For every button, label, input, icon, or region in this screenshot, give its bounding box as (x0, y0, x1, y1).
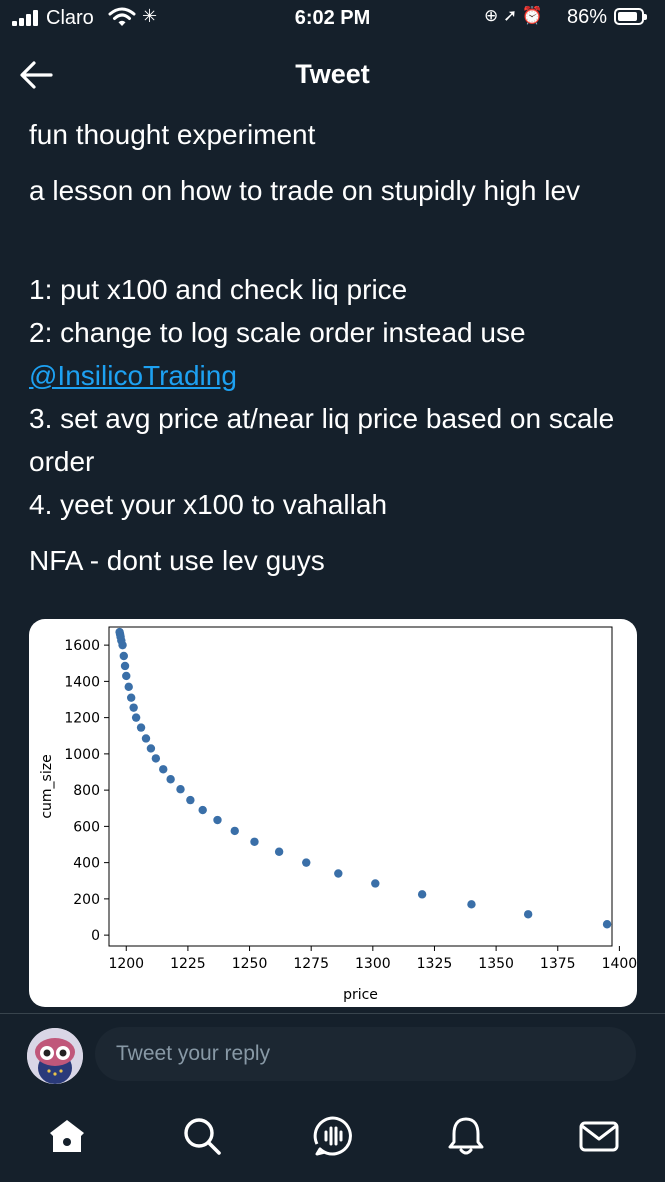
search-icon[interactable] (180, 1114, 224, 1158)
data-point (302, 858, 311, 867)
clock-time: 6:02 PM (294, 7, 371, 29)
data-point (198, 805, 207, 815)
reply-placeholder: Tweet your reply (116, 1042, 271, 1065)
data-point (274, 847, 284, 856)
tweet-paragraph-4: NFA - dont use lev guys (29, 545, 325, 576)
y-tick-label: 200 (73, 892, 100, 908)
data-point (115, 627, 124, 637)
mention-link[interactable]: @InsilicoTrading (29, 360, 237, 391)
data-point (523, 910, 533, 919)
x-axis-label: price (343, 987, 378, 1003)
avatar-owl-icon (27, 1028, 83, 1084)
x-tick-label: 1200 (108, 956, 144, 972)
data-point (166, 775, 175, 784)
data-point (146, 744, 156, 753)
data-point (334, 869, 343, 878)
data-point (119, 651, 128, 661)
y-tick-label: 1600 (64, 638, 100, 654)
y-tick-label: 1400 (64, 674, 100, 690)
y-tick-label: 1000 (64, 747, 100, 763)
battery-percent: 86% (566, 6, 607, 28)
avatar[interactable] (27, 1028, 83, 1084)
x-tick-label: 1225 (170, 956, 206, 972)
x-tick-label: 1250 (232, 956, 268, 972)
tweet-paragraph-2: a lesson on how to trade on stupidly hig… (29, 175, 581, 206)
data-point (159, 765, 168, 774)
page-title: Tweet (295, 59, 370, 89)
data-point (120, 661, 130, 671)
x-tick-label: 1350 (478, 956, 514, 972)
data-point (136, 723, 146, 732)
y-tick-label: 600 (73, 819, 100, 835)
x-tick-label: 1300 (355, 956, 391, 972)
plot-frame (108, 626, 613, 947)
scatter-chart: 1200 1225 1250 1275 1300 1325 1350 1375 1400 0 200… (39, 626, 637, 1003)
y-tick-label: 0 (91, 928, 100, 944)
x-tick-label: 1275 (293, 956, 329, 972)
data-point (176, 785, 185, 794)
data-point (151, 754, 161, 763)
status-symbols-icon: ⊕ ➚ ⏰ (484, 6, 544, 25)
data-point (371, 879, 380, 888)
y-tick-label: 1200 (64, 711, 100, 727)
data-point (213, 815, 222, 825)
divider (0, 1013, 665, 1014)
x-tick-label: 1375 (540, 956, 576, 972)
step-1-line: 1: put x100 and check liq price (29, 274, 408, 305)
data-point (467, 900, 476, 909)
data-point (124, 682, 133, 692)
data-point (602, 920, 612, 929)
data-point (250, 837, 259, 846)
status-bar: Claro ✳ 6:02 PM ⊕ ➚ ⏰ 86% (0, 0, 665, 38)
tweet-image-chart[interactable]: 1200 1225 1250 1275 1300 1325 1350 1375 1400 0 200… (29, 619, 637, 1007)
step-3-line: 3. set avg price at/near liq price based… (29, 403, 615, 477)
step-4-line: 4. yeet your x100 to vahallah (29, 489, 388, 520)
data-point (129, 703, 138, 712)
messages-icon[interactable] (577, 1114, 621, 1158)
reply-input[interactable]: Tweet your reply (95, 1027, 636, 1081)
y-tick-label: 800 (73, 783, 100, 799)
data-point (230, 826, 239, 836)
x-tick-label: 1400 (602, 956, 637, 972)
y-axis-label: cum_size (39, 754, 55, 818)
notifications-icon[interactable] (444, 1114, 488, 1158)
tweet-paragraph-3: 1: put x100 and check liq price 2: chang… (29, 268, 639, 526)
home-icon[interactable] (45, 1114, 89, 1158)
data-point (141, 734, 151, 743)
y-tick-label: 400 (73, 856, 100, 872)
tweet-paragraph-1: fun thought experiment (29, 119, 316, 150)
x-tick-label: 1325 (417, 956, 453, 972)
data-point (186, 795, 195, 805)
step-2-line: 2: change to log scale order instead use (29, 317, 526, 348)
spaces-icon[interactable] (311, 1114, 355, 1158)
data-point (126, 693, 136, 702)
data-point (417, 890, 427, 899)
data-point (122, 671, 131, 681)
battery-icon (614, 8, 647, 25)
data-point (131, 713, 141, 722)
